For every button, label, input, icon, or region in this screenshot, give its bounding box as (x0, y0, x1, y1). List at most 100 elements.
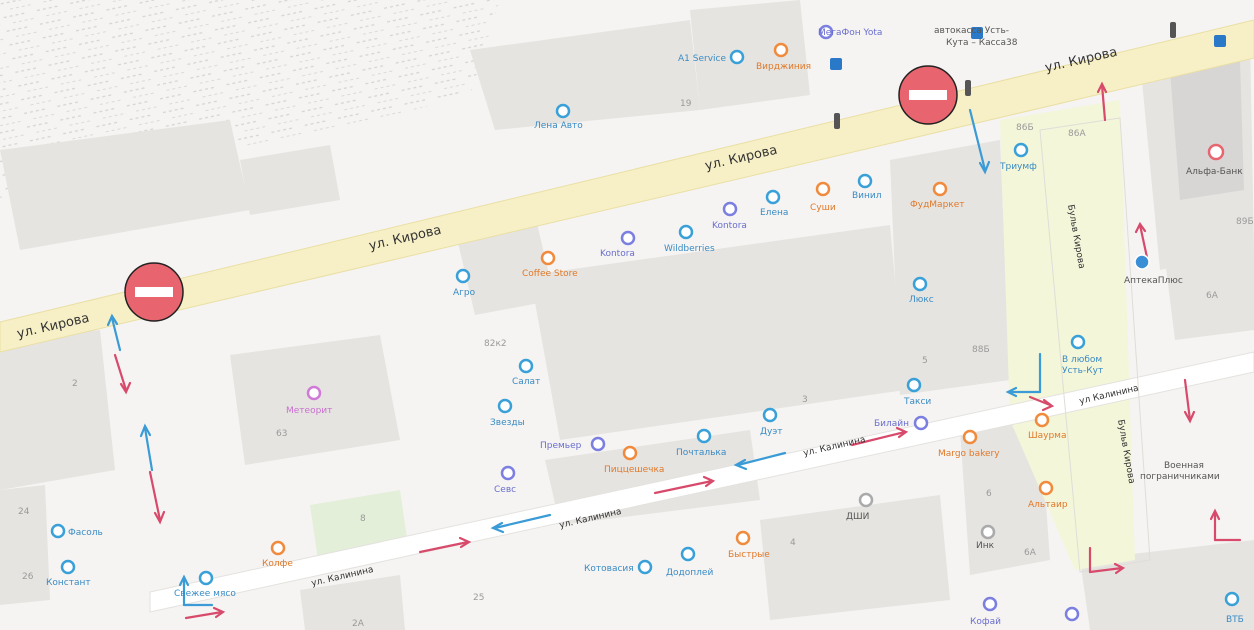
poi-label: Метеорит (286, 406, 332, 416)
food-icon[interactable] (1038, 480, 1054, 496)
cinema-icon[interactable] (306, 385, 322, 401)
shop-icon[interactable] (678, 224, 694, 240)
shop-icon[interactable] (637, 559, 653, 575)
shop-icon[interactable] (455, 268, 471, 284)
shop-icon[interactable] (497, 398, 513, 414)
poi-label: Margo bakery (938, 449, 1000, 459)
building-number: 19 (680, 99, 692, 109)
poi-label: Лена Авто (534, 121, 583, 131)
poi-label: Премьер (540, 441, 582, 451)
building-number: 82к2 (484, 339, 507, 349)
shop-icon[interactable] (982, 596, 998, 612)
shop-icon[interactable] (60, 559, 76, 575)
poi-label: Звезды (490, 418, 525, 428)
bus-stop-icon[interactable] (830, 58, 842, 70)
poi-label: Почталька (676, 448, 726, 458)
poi-label: Елена (760, 208, 788, 218)
food-icon[interactable] (773, 42, 789, 58)
shop-icon[interactable] (680, 546, 696, 562)
shop-icon[interactable] (980, 524, 996, 540)
poi-label: В любом (1062, 355, 1102, 365)
poi-label: Пиццешечка (604, 465, 664, 475)
building-number: 63 (276, 429, 287, 439)
building-number: 88Б (972, 345, 990, 355)
poi-label: Агро (453, 288, 476, 298)
poi-label: Свежее мясо (174, 589, 236, 599)
food-icon[interactable] (1034, 412, 1050, 428)
bank-icon[interactable] (1207, 143, 1225, 161)
poi-label: Kontora (712, 221, 747, 231)
poi-label: Coffee Store (522, 269, 578, 279)
shop-icon[interactable] (765, 189, 781, 205)
office-icon[interactable] (620, 230, 636, 246)
building-number: 26 (22, 572, 34, 582)
shop-icon[interactable] (50, 523, 66, 539)
phone-shop-icon[interactable] (913, 415, 929, 431)
poi-label: автокасса Усть- (934, 26, 1009, 36)
food-icon[interactable] (932, 181, 948, 197)
shop-icon[interactable] (762, 407, 778, 423)
building-number: 2 (72, 379, 78, 389)
food-icon[interactable] (622, 445, 638, 461)
car-service-icon[interactable] (729, 49, 745, 65)
building-number: 86Б (1016, 123, 1034, 133)
poi-label: Билайн (874, 419, 909, 429)
bank-icon[interactable] (1224, 591, 1240, 607)
shop-icon[interactable] (857, 173, 873, 189)
poi-label: ДШИ (846, 512, 869, 522)
poi-label: ВТБ (1226, 615, 1244, 625)
building-number: 3 (802, 395, 808, 405)
school-icon[interactable] (858, 492, 874, 508)
no-entry-sign-icon (124, 262, 184, 322)
poi-label: Вирджиния (756, 62, 811, 72)
poi-label: Kontora (600, 249, 635, 259)
poi-label: Колфе (262, 559, 293, 569)
shop-icon[interactable] (500, 465, 516, 481)
bakery-icon[interactable] (962, 429, 978, 445)
food-icon[interactable] (815, 181, 831, 197)
poi-label: Wildberries (664, 244, 715, 254)
poi-label: Усть-Кут (1062, 366, 1103, 376)
building-number: 6А (1024, 548, 1037, 558)
poi-label: Люкс (909, 295, 934, 305)
building-number: 25 (473, 593, 484, 603)
map-canvas: ул. Кирова ул. Кирова ул. Кирова ул. Кир… (0, 0, 1254, 630)
car-icon[interactable] (555, 103, 571, 119)
shop-icon[interactable] (518, 358, 534, 374)
no-entry-sign-icon (898, 65, 958, 125)
poi-label: Альфа-Банк (1186, 167, 1243, 177)
poi-label: Севс (494, 485, 516, 495)
shop-icon[interactable] (1064, 606, 1080, 622)
shop-icon[interactable] (198, 570, 214, 586)
building-number: 89Б (1236, 217, 1254, 227)
poi-label: Констант (46, 578, 91, 588)
shop-icon[interactable] (696, 428, 712, 444)
phone-shop-icon[interactable] (590, 436, 606, 452)
phone-shop-icon[interactable] (722, 201, 738, 217)
star-icon[interactable] (1070, 334, 1086, 350)
poi-label: Суши (810, 203, 836, 213)
pharmacy-icon[interactable] (1134, 254, 1150, 270)
poi-label: Кута – Касса38 (946, 38, 1018, 48)
poi-label: пограничниками (1140, 472, 1220, 482)
shop-icon[interactable] (906, 377, 922, 393)
poi-label: Кофай (970, 617, 1001, 627)
food-icon[interactable] (270, 540, 286, 556)
building-number: 8 (360, 514, 366, 524)
shop-icon[interactable] (912, 276, 928, 292)
poi-label: A1 Service (678, 54, 726, 64)
map-view[interactable]: ул. Кирова ул. Кирова ул. Кирова ул. Кир… (0, 0, 1254, 630)
building-number: 5 (922, 356, 928, 366)
shop-icon[interactable] (1013, 142, 1029, 158)
poi-label: Шаурма (1028, 431, 1066, 441)
poi-label: Дуэт (760, 427, 783, 437)
building-number: 86А (1068, 129, 1086, 139)
food-icon[interactable] (735, 530, 751, 546)
poi-label: Салат (512, 377, 540, 387)
poi-label: МегаФон Yota (818, 28, 882, 38)
bus-stop-icon[interactable] (1214, 35, 1226, 47)
building-number: 4 (790, 538, 796, 548)
poi-label: Военная (1164, 461, 1204, 471)
cafe-icon[interactable] (540, 250, 556, 266)
poi-label: Такси (903, 397, 931, 407)
